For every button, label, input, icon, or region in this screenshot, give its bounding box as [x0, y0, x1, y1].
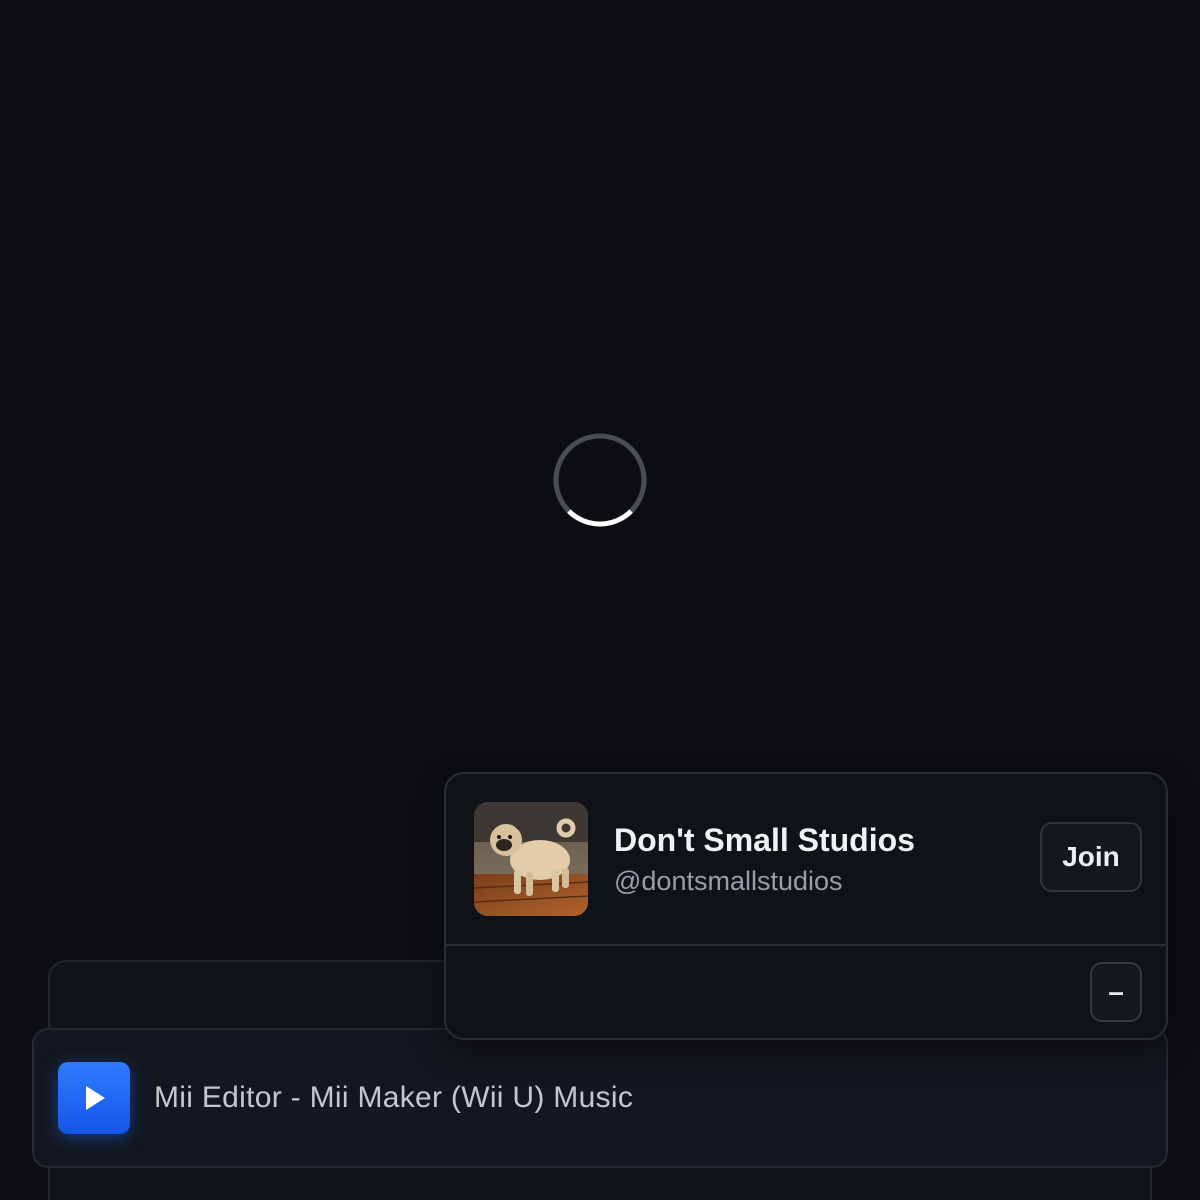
studio-name: Don't Small Studios: [614, 822, 915, 858]
join-button[interactable]: Join: [1040, 822, 1142, 892]
minimize-button[interactable]: –: [1090, 962, 1142, 1022]
loading-spinner-icon: [552, 432, 648, 528]
pug-avatar-image: [474, 802, 588, 916]
play-icon: [80, 1084, 108, 1112]
music-player-bar: Mii Editor - Mii Maker (Wii U) Music: [32, 1028, 1168, 1168]
studio-card-header: Don't Small Studios @dontsmallstudios Jo…: [446, 774, 1166, 946]
track-title: Mii Editor - Mii Maker (Wii U) Music: [154, 1081, 634, 1114]
studio-card: Don't Small Studios @dontsmallstudios Jo…: [444, 772, 1168, 1040]
studio-handle: @dontsmallstudios: [614, 866, 843, 896]
page: Mii Editor - Mii Maker (Wii U) Music Don…: [0, 0, 1200, 1200]
play-button[interactable]: [58, 1062, 130, 1134]
studio-avatar: [474, 802, 588, 916]
